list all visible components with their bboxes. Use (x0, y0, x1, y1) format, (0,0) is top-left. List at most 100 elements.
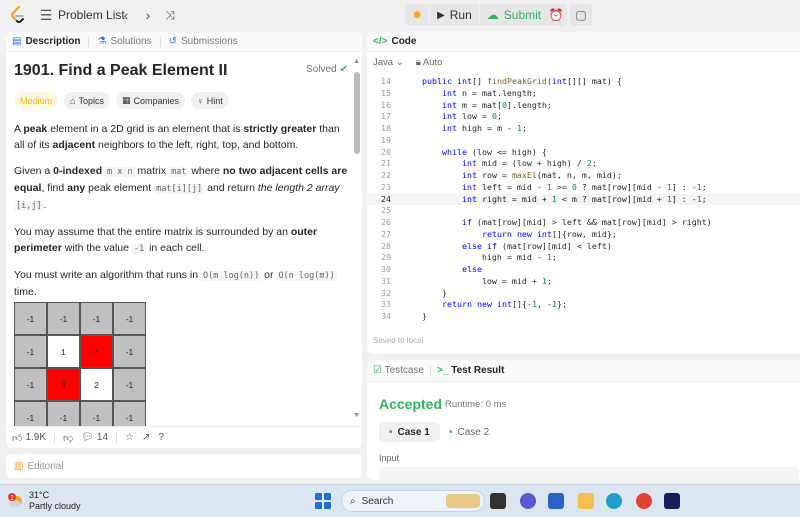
like-button[interactable]: 👍︎ 1.9K (12, 432, 46, 444)
run-submit-group: ✸ ▶ Run ☁ Submit (405, 4, 549, 26)
test-panel: ☑ Testcase >_ Test Result Accepted Runti… (367, 360, 800, 480)
shuffle-icon[interactable]: ⤨ (162, 7, 178, 23)
code-line[interactable]: 33 return new int[]{-1, -1}; (367, 299, 800, 311)
lightbulb-icon: ♀ (197, 95, 204, 106)
code-text: high = mid - 1; (422, 252, 557, 263)
code-line[interactable]: 30 else (367, 264, 800, 276)
text: . (43, 199, 47, 211)
code-text: return new int[]{row, mid}; (481, 228, 617, 239)
code-line[interactable]: 18 int high = m - 1; (367, 123, 800, 135)
tab-test-result[interactable]: >_ Test Result (437, 365, 504, 376)
code-line[interactable]: 26 if (mat[row][mid] > left && mat[row][… (367, 217, 800, 229)
hint-chip[interactable]: ♀ Hint (191, 92, 229, 109)
problem-list-link[interactable]: Problem List (58, 8, 125, 22)
submit-button[interactable]: ☁ Submit (480, 4, 548, 26)
text: peak element (85, 182, 155, 194)
editorial-tab[interactable]: ▥ Editorial (6, 454, 362, 478)
line-number: 24 (381, 193, 391, 204)
companies-chip[interactable]: ▦ Companies (115, 92, 186, 109)
text: You may assume that the entire matrix is… (14, 226, 291, 238)
code-line[interactable]: 25 (367, 205, 800, 217)
description-panel: ▤ Description ⚗ Solutions ↺ Submissions … (6, 32, 362, 448)
text: element in a 2D grid is an element that … (47, 123, 244, 135)
comments-button[interactable]: 💬︎ 14 (81, 432, 108, 443)
code-text: public int[] findPeakGrid(int[][] mat) { (422, 76, 622, 86)
share-button[interactable]: ↗ (142, 432, 150, 443)
line-number: 23 (381, 181, 391, 192)
scroll-up-icon[interactable]: ▲ (353, 58, 360, 65)
edge-browser-icon[interactable] (606, 493, 622, 509)
weather-widget[interactable]: 1 31°C Partly cloudy (8, 490, 81, 512)
code-line[interactable]: 32 } (367, 288, 800, 300)
run-button[interactable]: ▶ Run (430, 4, 479, 26)
windows-start-icon[interactable] (315, 493, 331, 509)
bold-text: peak (23, 123, 48, 135)
code-line[interactable]: 19 (367, 135, 800, 147)
chrome-browser-icon[interactable] (636, 493, 652, 509)
case-1-tab[interactable]: • Case 1 (379, 422, 440, 442)
code-line[interactable]: 23 int left = mid - 1 >= 0 ? mat[row][mi… (367, 182, 800, 194)
debug-button[interactable]: ✸ (405, 4, 429, 26)
editor-toolbar: Java ⌄ 🔒︎ Auto (367, 52, 800, 72)
inline-code: mat[i][j] (154, 184, 205, 194)
code-line[interactable]: 29 high = mid - 1; (367, 252, 800, 264)
bug-icon: ✸ (412, 8, 423, 22)
like-count: 1.9K (25, 432, 47, 443)
task-view-icon[interactable] (490, 493, 506, 509)
file-explorer-icon[interactable] (578, 493, 594, 509)
tab-description[interactable]: ▤ Description (12, 36, 80, 47)
notes-button[interactable]: ▢ (570, 4, 592, 26)
book-icon: ▥ (14, 460, 24, 472)
code-line[interactable]: 22 int row = maxEl(mat, n, m, mid); (367, 170, 800, 182)
code-line[interactable]: 27 return new int[]{row, mid}; (367, 229, 800, 241)
taskbar-search[interactable]: ⌕ Search (341, 490, 485, 512)
comment-icon: 💬︎ (81, 432, 94, 443)
solved-status: Solved ✔ (306, 64, 348, 75)
code-line[interactable]: 31 low = mid + 1; (367, 276, 800, 288)
code-line[interactable]: 28 else if (mat[row][mid] < left) (367, 241, 800, 253)
leetcode-logo-icon[interactable] (10, 6, 26, 24)
taskbar: 1 31°C Partly cloudy ⌕ Search (0, 484, 800, 517)
tab-submissions[interactable]: ↺ Submissions (169, 36, 238, 47)
search-placeholder: Search (361, 495, 394, 507)
editorial-label: Editorial (27, 460, 64, 472)
status-dot: • (389, 426, 393, 438)
chevron-left-icon[interactable]: ‹ (118, 7, 134, 23)
tab-solutions[interactable]: ⚗ Solutions (97, 36, 151, 47)
store-app-icon[interactable] (548, 493, 564, 509)
text: time. (14, 286, 37, 298)
scrollbar-thumb[interactable] (354, 72, 360, 154)
code-line[interactable]: 17 int low = 0; (367, 111, 800, 123)
intellij-app-icon[interactable] (664, 493, 680, 509)
run-label: Run (449, 8, 472, 22)
submit-label: Submit (503, 8, 542, 22)
code-line[interactable]: 16 int m = mat[0].length; (367, 100, 800, 112)
list-icon[interactable]: ☰ (38, 7, 54, 23)
save-status: Saved to local (373, 336, 424, 345)
tab-testcase[interactable]: ☑ Testcase (373, 365, 424, 376)
code-line[interactable]: 15 int n = mat.length; (367, 88, 800, 100)
code-text: low = mid + 1; (422, 275, 552, 286)
favorite-button[interactable]: ☆ (125, 432, 134, 443)
case-2-tab[interactable]: • Case 2 (439, 422, 499, 442)
language-select[interactable]: Java ⌄ (373, 57, 404, 68)
chevron-right-icon[interactable]: › (140, 7, 156, 23)
chat-app-icon[interactable] (520, 493, 536, 509)
alarm-clock-button[interactable]: ⏰ (545, 4, 567, 26)
code-line[interactable]: 24 int right = mid + 1 < m ? mat[row][mi… (367, 193, 800, 206)
code-line[interactable]: 20 while (low <= high) { (367, 147, 800, 159)
search-highlight-icon (446, 494, 480, 508)
test-tabs: ☑ Testcase >_ Test Result (367, 360, 800, 382)
code-line[interactable]: 14 public int[] findPeakGrid(int[][] mat)… (367, 76, 800, 88)
topics-chip[interactable]: ⌂ Topics (64, 92, 110, 109)
help-button[interactable]: ? (158, 432, 164, 443)
code-line[interactable]: 21 int mid = (low + high) / 2; (367, 158, 800, 170)
auto-mode[interactable]: 🔒︎ Auto (416, 57, 443, 68)
input-label: Input (379, 453, 400, 463)
dislike-button[interactable]: 👎︎ (63, 432, 73, 444)
code-editor[interactable]: 14 public int[] findPeakGrid(int[][] mat)… (367, 76, 800, 323)
code-line[interactable]: 34} (367, 311, 800, 323)
scroll-down-icon[interactable]: ▼ (353, 412, 360, 419)
line-number: 32 (381, 287, 391, 298)
difficulty-badge: Medium (14, 92, 59, 109)
